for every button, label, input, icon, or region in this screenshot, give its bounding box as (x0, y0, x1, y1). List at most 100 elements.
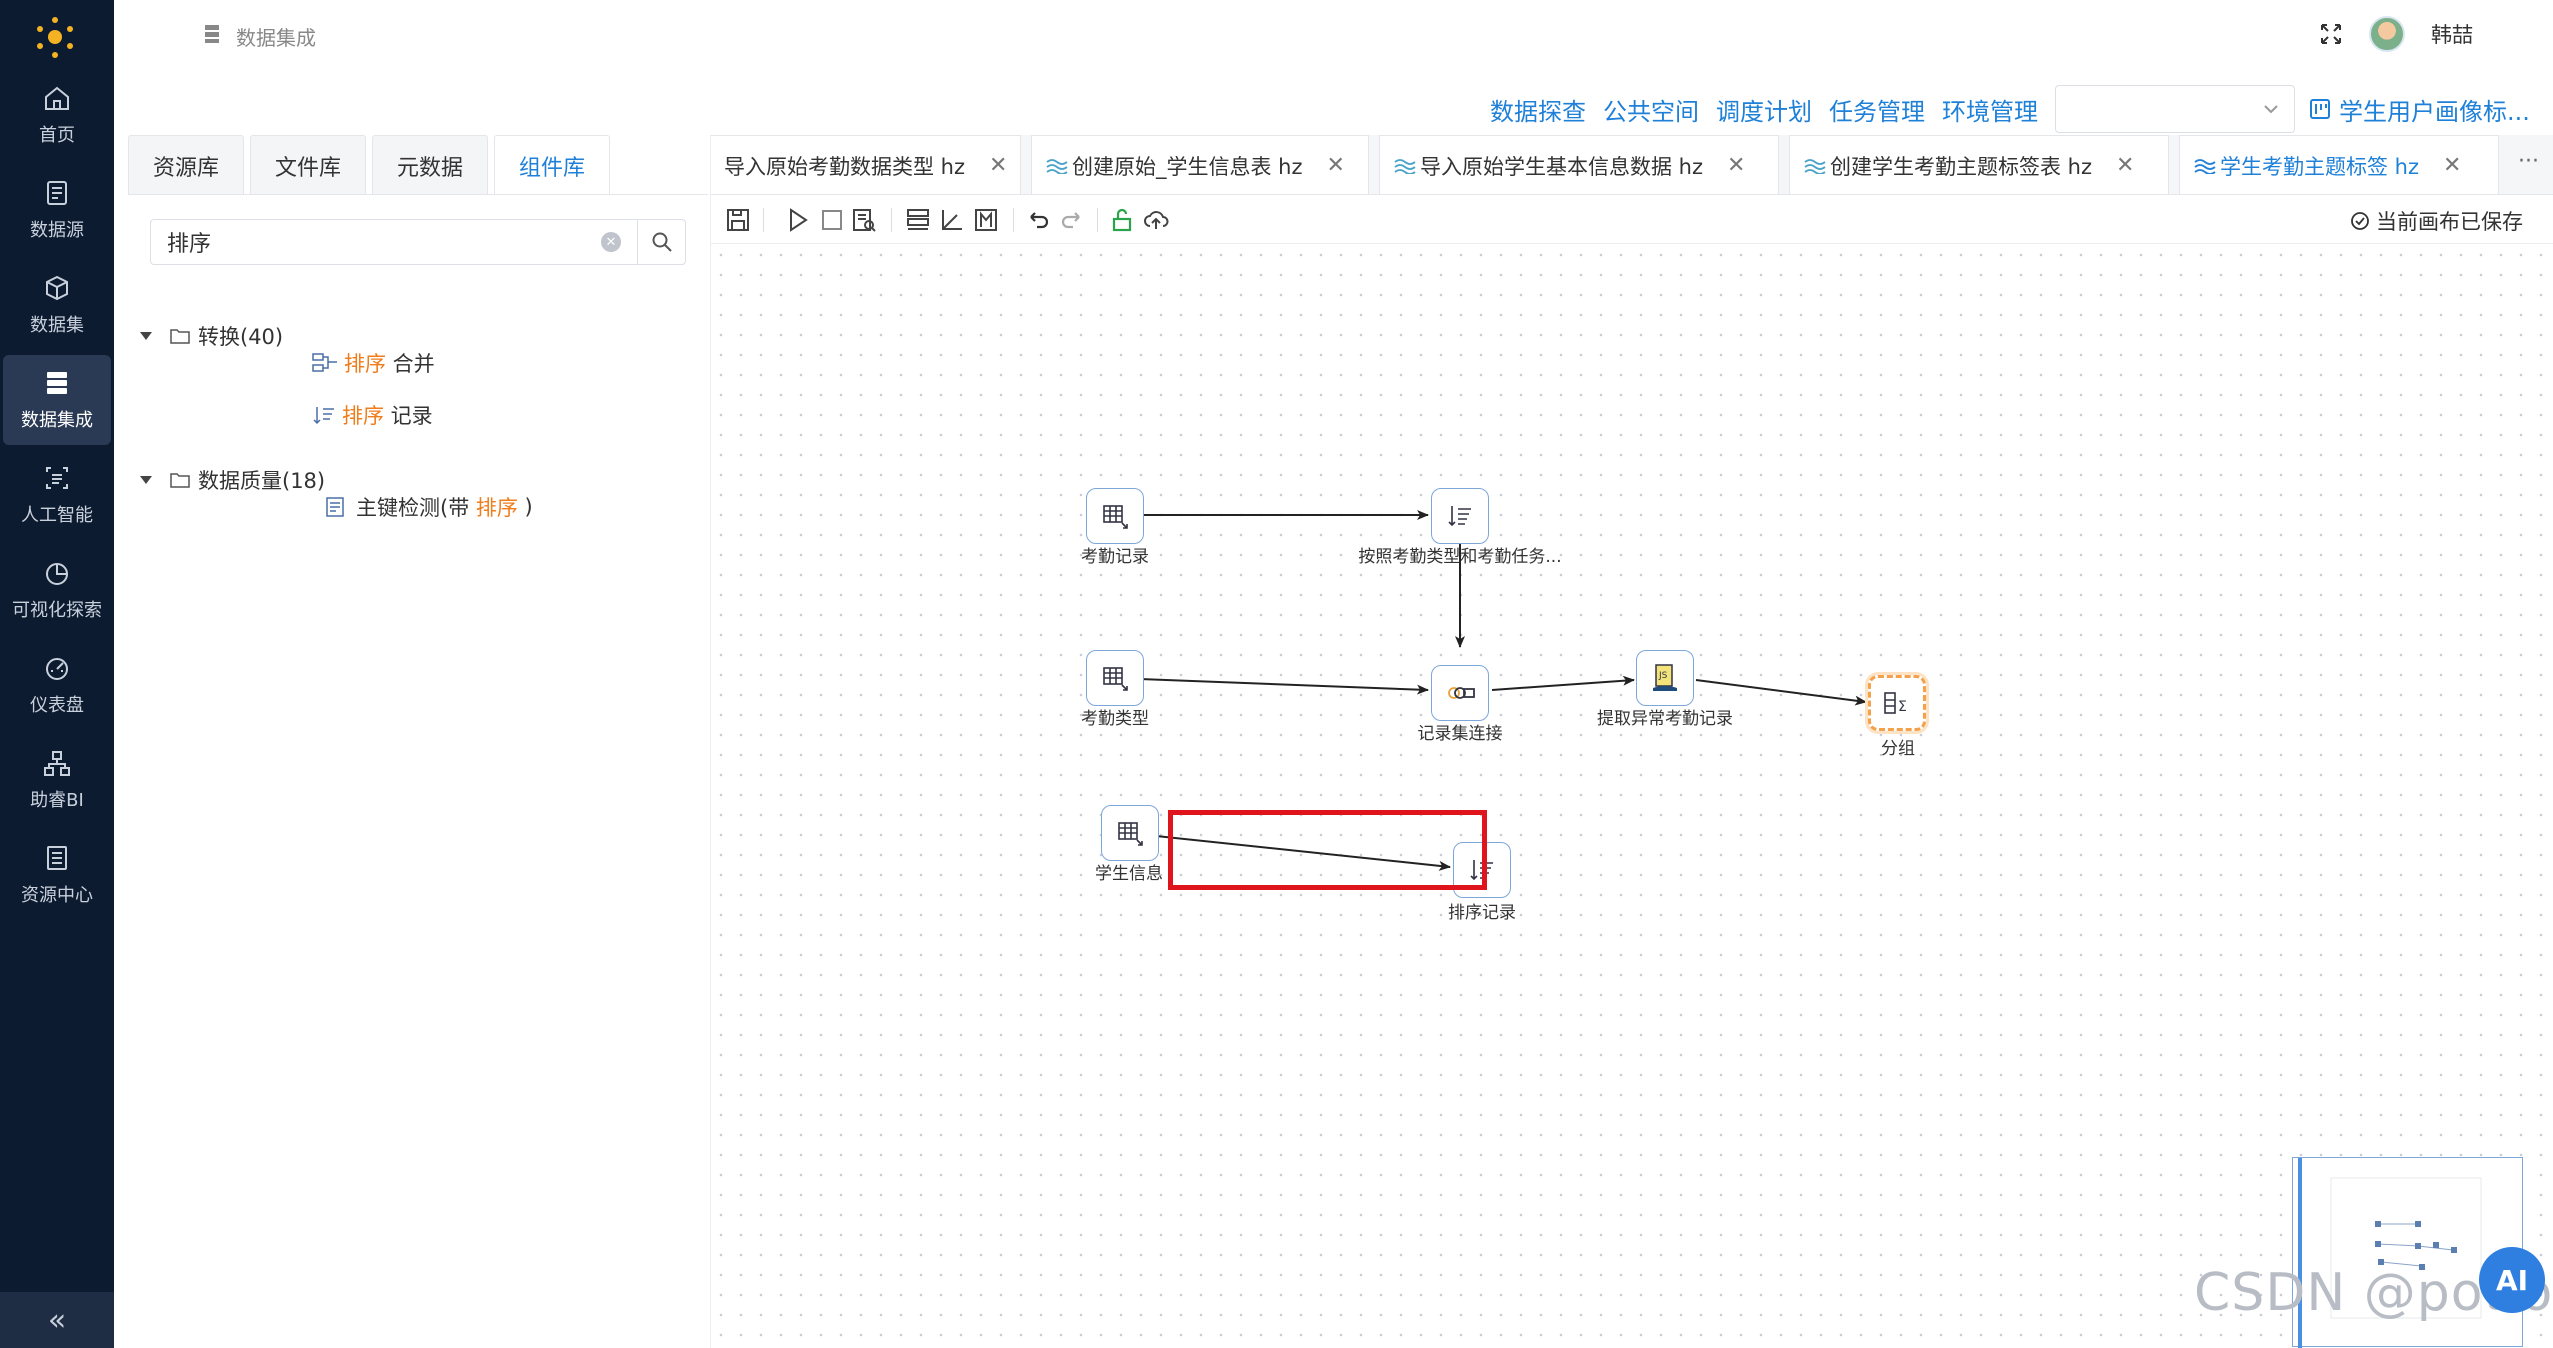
sidebar-item-bi[interactable]: 助睿BI (0, 735, 114, 825)
edge-type-to-join[interactable] (1112, 677, 1429, 695)
sidebar-item-visual-explore[interactable]: 可视化探索 (0, 545, 114, 635)
tab-student-attendance-tag[interactable]: 学生考勤主题标签 hz ✕ (2179, 135, 2499, 194)
avatar[interactable] (2369, 16, 2405, 52)
tree-item-pk-check[interactable]: 主键检测(带 排序 ) (324, 492, 533, 522)
workflow-canvas[interactable]: 考勤记录 按照考勤类型和考勤任务... 考勤类型 记录集连接 JS 提取异常考勤… (711, 245, 2553, 1348)
sort-icon (1448, 506, 1471, 527)
sort-merge-icon (312, 353, 337, 372)
caret-down-icon[interactable] (140, 332, 152, 340)
axis-icon[interactable] (939, 207, 965, 233)
sidebar-item-resource[interactable]: 资源中心 (0, 830, 114, 920)
tab-import-attendance-type[interactable]: 导入原始考勤数据类型 hz ✕ (711, 135, 1021, 194)
sidebar-item-datasource[interactable]: 数据源 (0, 165, 114, 255)
caret-down-icon[interactable] (140, 476, 152, 484)
toolbar-divider (1013, 208, 1014, 232)
tab-resource-lib[interactable]: 资源库 (128, 135, 245, 195)
tab-component-lib[interactable]: 组件库 (494, 135, 611, 195)
dataset-icon (46, 275, 68, 301)
table-input-icon (1118, 822, 1143, 846)
tree-item-sort-merge[interactable]: 排序 合并 (312, 348, 435, 378)
pie-chart-icon (46, 563, 68, 585)
node-record-join[interactable] (1431, 665, 1489, 721)
node-attendance-type[interactable] (1086, 650, 1144, 706)
tab-file-lib[interactable]: 文件库 (250, 135, 367, 195)
fullscreen-icon[interactable] (2319, 22, 2343, 46)
node-sort-by-type[interactable] (1431, 488, 1489, 544)
breadcrumb: 数据集成 (236, 26, 316, 50)
sidebar: 首页 数据源 数据集 数据集成 人工智能 可视化探索 仪表盘 助睿BI 资源中心… (0, 0, 114, 1348)
tree-group-data-quality[interactable]: 数据质量(18) (140, 465, 325, 495)
close-icon[interactable]: ✕ (1327, 153, 1345, 178)
link-task-manage[interactable]: 任务管理 (1829, 92, 1925, 127)
canvas-toolbar: 当前画布已保存 (711, 196, 2553, 244)
board-icon (2310, 99, 2330, 119)
tree-group-label: 数据质量(18) (198, 469, 326, 493)
close-icon[interactable]: ✕ (2116, 153, 2134, 178)
edge-join-to-extract[interactable] (1491, 675, 1635, 691)
align-icon[interactable] (905, 207, 931, 233)
portrait-project-link[interactable]: 学生用户画像标... (2309, 92, 2530, 127)
link-schedule-plan[interactable]: 调度计划 (1716, 92, 1812, 127)
close-icon[interactable]: ✕ (989, 153, 1007, 178)
transform-icon (1046, 158, 1068, 174)
tab-label: 创建学生考勤主题标签表 hz (1830, 154, 2093, 179)
node-extract-abnormal[interactable]: JS (1636, 650, 1694, 706)
node-label: 提取异常考勤记录 (1597, 709, 1733, 729)
save-icon[interactable] (725, 207, 751, 233)
search-button[interactable] (637, 220, 685, 264)
clear-search-icon[interactable]: ✕ (601, 232, 621, 252)
integration-icon (47, 372, 67, 394)
tab-metadata[interactable]: 元数据 (372, 135, 489, 195)
search-input[interactable] (151, 220, 601, 264)
collapse-sidebar-button[interactable]: « (0, 1292, 114, 1348)
sidebar-item-ai[interactable]: 人工智能 (0, 450, 114, 540)
cloud-upload-icon[interactable] (1143, 207, 1169, 233)
tab-import-student-basic[interactable]: 导入原始学生基本信息数据 hz ✕ (1379, 135, 1779, 194)
close-icon[interactable]: ✕ (2443, 153, 2461, 178)
tree-item-label: 主键检测(带 (356, 496, 476, 520)
join-icon (1448, 687, 1475, 699)
component-panel: 资源库 文件库 元数据 组件库 ✕ 转换(40) 排序 合并 (114, 135, 711, 1348)
environment-select[interactable] (2055, 85, 2295, 133)
more-tabs-button[interactable]: ··· (2518, 149, 2539, 174)
sidebar-item-label: 助睿BI (30, 790, 84, 811)
tab-underline (128, 194, 708, 195)
undo-icon[interactable] (1025, 207, 1051, 233)
node-student-info[interactable] (1101, 805, 1159, 861)
sidebar-item-integration[interactable]: 数据集成 (3, 355, 111, 445)
breadcrumb-icon (205, 25, 219, 43)
logo-icon[interactable] (30, 12, 80, 62)
tree-item-label: 记录 (384, 404, 433, 428)
user-name[interactable]: 韩喆 (2431, 19, 2473, 49)
toolbar-divider (763, 208, 764, 232)
stop-icon[interactable] (819, 207, 845, 233)
sidebar-item-home[interactable]: 首页 (0, 70, 114, 160)
node-group[interactable]: Σ (1868, 675, 1926, 731)
unlock-icon[interactable] (1109, 207, 1135, 233)
ai-assistant-button[interactable]: AI (2479, 1247, 2545, 1313)
run-icon[interactable] (785, 207, 811, 233)
edges-layer (1112, 510, 1867, 871)
preview-icon[interactable] (851, 207, 877, 233)
node-attendance-records[interactable] (1086, 488, 1144, 544)
document-tabs: 导入原始考勤数据类型 hz ✕ 创建原始_学生信息表 hz ✕ 导入原始学生基本… (711, 135, 2553, 195)
node-label: 分组 (1881, 739, 1915, 759)
tab-create-student-info[interactable]: 创建原始_学生信息表 hz ✕ (1031, 135, 1369, 194)
redo-icon[interactable] (1059, 207, 1085, 233)
sidebar-item-dashboard[interactable]: 仪表盘 (0, 640, 114, 730)
close-icon[interactable]: ✕ (1727, 153, 1745, 178)
node-label: 排序记录 (1448, 903, 1516, 923)
tab-label: 导入原始考勤数据类型 hz (724, 154, 966, 179)
sidebar-item-dataset[interactable]: 数据集 (0, 260, 114, 350)
tree-item-sort-records[interactable]: 排序 记录 (312, 400, 433, 430)
node-label: 考勤类型 (1081, 709, 1149, 729)
link-data-explore[interactable]: 数据探查 (1490, 92, 1586, 127)
edge-extract-to-group[interactable] (1695, 679, 1867, 706)
layout-icon[interactable] (973, 207, 999, 233)
tree-group-transform[interactable]: 转换(40) (140, 321, 283, 351)
link-public-space[interactable]: 公共空间 (1603, 92, 1699, 127)
tab-create-attendance-tag-table[interactable]: 创建学生考勤主题标签表 hz ✕ (1789, 135, 2169, 194)
save-status: 当前画布已保存 (2350, 206, 2523, 236)
link-env-manage[interactable]: 环境管理 (1942, 92, 2038, 127)
search-icon (652, 232, 672, 252)
